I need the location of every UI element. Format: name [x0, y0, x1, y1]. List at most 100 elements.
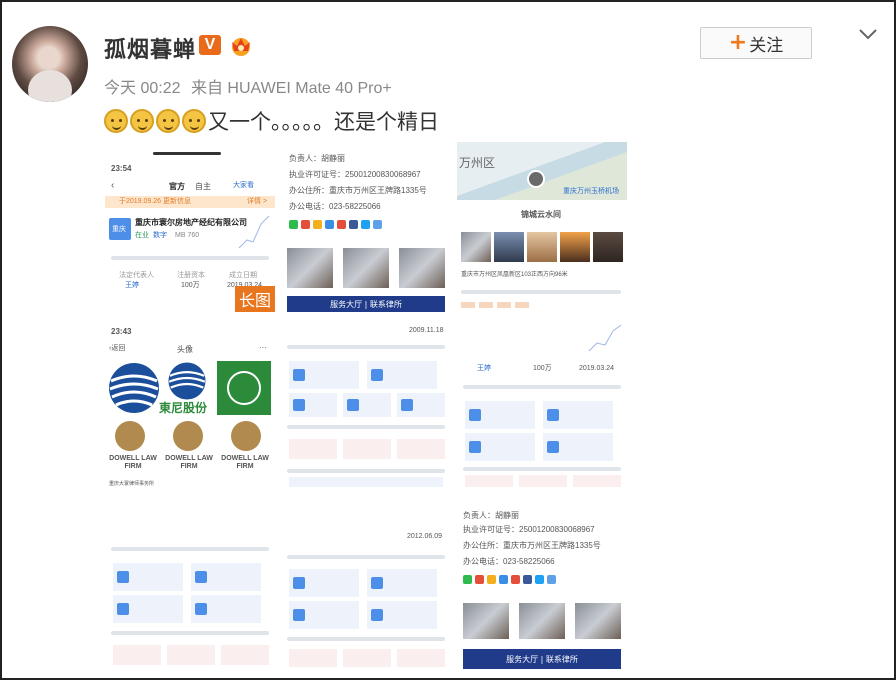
col1-label: 法定代表人 — [119, 272, 154, 279]
qzone-icon — [313, 220, 322, 229]
col3-label: 成立日期 — [229, 272, 257, 279]
post-image-8[interactable]: 2012.06.09 — [281, 499, 451, 669]
place-photo — [593, 232, 623, 262]
info-blocks — [113, 563, 261, 591]
chevron-down-icon[interactable] — [858, 28, 878, 42]
dog-emoji-icon — [104, 109, 128, 133]
verified-icon: V — [199, 35, 221, 55]
facebook-icon — [349, 220, 358, 229]
post-image-3[interactable]: 万州区 重庆万州玉桥机场 锦城云水间 重庆市万州区凤凰新区103正西方向96米 — [457, 142, 627, 312]
company-name: 重庆市寰尔房地产经纪有限公司 — [135, 218, 247, 227]
divider — [287, 469, 445, 473]
follow-button[interactable]: + 关注 — [700, 27, 812, 59]
post-image-2[interactable]: 负责人：胡静丽 执业许可证号：25001200830068967 办公住所：重庆… — [281, 142, 451, 312]
wechat-icon — [463, 575, 472, 584]
building-logo-icon — [217, 361, 271, 415]
license: 执业许可证号：25001200830068967 — [289, 170, 421, 179]
place-photos — [461, 232, 623, 262]
post-image-5[interactable]: 2009.11.18 — [281, 321, 451, 491]
map-area-label: 万州区 — [459, 156, 496, 170]
post-text: 又一个。。。。。还是个精日 — [104, 106, 439, 136]
dog-emoji-icon — [130, 109, 154, 133]
place-photo — [560, 232, 590, 262]
company-logo-text: 重庆 — [112, 226, 126, 233]
twitter-icon — [361, 220, 370, 229]
facebook-icon — [523, 575, 532, 584]
manager: 负责人：胡静丽 — [289, 154, 345, 163]
post-time[interactable]: 今天 00:22 — [104, 80, 181, 97]
follow-label: 关注 — [749, 35, 784, 56]
info-blocks — [289, 601, 437, 629]
col1-value: 王婷 — [125, 282, 139, 289]
info-blocks — [465, 401, 613, 429]
divider — [287, 345, 445, 349]
post-image-7[interactable] — [105, 499, 275, 669]
post-image-9[interactable]: 负责人：胡静丽 执业许可证号：25001200830068967 办公住所：重庆… — [457, 499, 627, 669]
risk-block — [343, 649, 391, 667]
weibo-icon — [301, 220, 310, 229]
tag-3: MB 760 — [175, 232, 200, 239]
info-block — [113, 563, 183, 591]
law-firm-cn: 重庆大寰律师事务所 — [109, 481, 155, 487]
address: 办公住所：重庆市万州区王牌路1335号 — [463, 541, 601, 550]
tab-self: 自主 — [195, 182, 211, 191]
manager: 负责人：胡静丽 — [463, 511, 519, 520]
info-blocks — [289, 569, 437, 597]
divider — [111, 547, 269, 551]
place-tag — [497, 302, 511, 308]
risk-block — [289, 439, 337, 459]
info-block — [367, 361, 437, 389]
share-icon — [337, 220, 346, 229]
user-avatar[interactable] — [12, 26, 88, 102]
contact-button: 服务大厅 | 联系律所 — [463, 649, 621, 669]
info-block — [289, 601, 359, 629]
risk-blocks — [289, 439, 445, 459]
divider — [461, 290, 621, 294]
risk-block — [397, 649, 445, 667]
license: 执业许可证号：25001200830068967 — [463, 525, 595, 534]
office-photo-2 — [343, 248, 389, 288]
info-block — [113, 595, 183, 623]
graph-icon — [238, 215, 270, 249]
more-icon: ··· — [259, 343, 267, 352]
twitter-icon — [535, 575, 544, 584]
info-block — [289, 393, 337, 417]
date-value: 2009.11.18 — [409, 327, 444, 334]
mail-icon — [547, 575, 556, 584]
place-tag — [479, 302, 493, 308]
back-arrow-icon: ‹ — [111, 180, 115, 191]
post-image-1[interactable]: 23:54 ‹ 官方 自主 大家看 于2019.09.26 更新信息 详情 > … — [105, 142, 275, 312]
office-photo-1 — [287, 248, 333, 288]
law-firm-logo-icon — [231, 421, 261, 451]
place-address: 重庆市万州区凤凰新区103正西方向96米 — [461, 272, 568, 278]
post-image-4[interactable]: 23:43 ‹返回 头像 ··· 東尼股份 DOWELL LAW FIRM DO… — [105, 321, 275, 491]
divider — [463, 385, 621, 389]
law-firm-name: DOWELL LAW FIRM — [109, 455, 157, 471]
share-icon — [511, 575, 520, 584]
divider — [463, 467, 621, 471]
address: 办公住所：重庆市万州区王牌路1335号 — [289, 186, 427, 195]
risk-blocks — [289, 649, 445, 667]
info-blocks — [113, 595, 261, 623]
col2-label: 注册资本 — [177, 272, 205, 279]
place-photo — [461, 232, 491, 262]
post-image-6[interactable]: 王婷 100万 2019.03.24 — [457, 321, 627, 491]
col3-value: 2019.03.24 — [579, 365, 615, 372]
law-firm-logo-icon — [115, 421, 145, 451]
risk-blocks — [465, 475, 621, 487]
info-block — [191, 563, 261, 591]
qzone-icon — [487, 575, 496, 584]
weibo-post-card: 孤烟暮蝉 V 今天 00:22 来自 HUAWEI Mate 40 Pro+ 又… — [0, 0, 896, 680]
status-time: 23:43 — [111, 327, 132, 336]
back-label: 返回 — [111, 345, 126, 352]
username[interactable]: 孤烟暮蝉 — [104, 32, 196, 64]
divider — [111, 256, 269, 260]
graph-icon — [588, 324, 622, 352]
back-link: ‹返回 — [109, 345, 126, 352]
law-firm-name: DOWELL LAW FIRM — [165, 455, 213, 471]
info-block — [465, 401, 535, 429]
vip-crown-icon — [232, 38, 250, 56]
status-time: 23:54 — [111, 164, 132, 173]
tab-official: 官方 — [169, 182, 185, 191]
office-photo-2 — [519, 603, 565, 639]
